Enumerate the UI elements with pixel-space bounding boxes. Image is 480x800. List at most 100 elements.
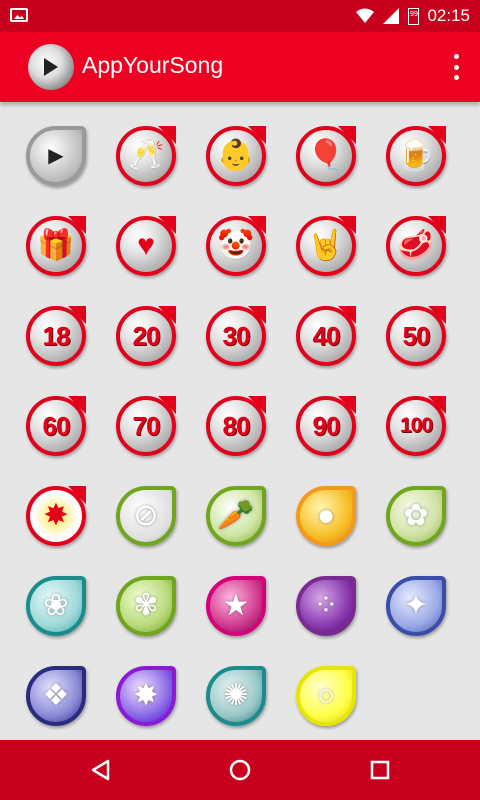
grid-item-beer-mug[interactable]: 🍺	[382, 122, 448, 188]
no-meat-icon: ⊘	[133, 499, 159, 532]
grid-item-champagne-glasses[interactable]: 🥂	[112, 122, 178, 188]
grid-item-gift[interactable]: 🎁	[22, 212, 88, 278]
grid-item-label: 50	[402, 320, 431, 351]
daisies-icon: ✾	[133, 589, 159, 622]
barbecue-badge: ●	[296, 486, 356, 546]
crystal-icon: ✦	[403, 589, 429, 622]
grid-item-age-90[interactable]: 90	[292, 392, 358, 458]
diamonds-badge: ❖	[26, 666, 86, 726]
recents-button[interactable]	[340, 740, 420, 800]
grid-item-label: 80	[222, 410, 251, 441]
pink-flower-icon: ❀	[43, 589, 69, 622]
grid-item-label: 90	[312, 410, 341, 441]
signal-icon	[383, 8, 400, 24]
grid-item-purple-splash[interactable]: ✸	[112, 662, 178, 728]
stars-badge: ★	[206, 576, 266, 636]
grid-item-ink-splash[interactable]: ✺	[202, 662, 268, 728]
grid-item-baby[interactable]: 👶	[202, 122, 268, 188]
stars-icon: ★	[222, 589, 250, 622]
home-icon	[229, 759, 251, 781]
play-disc-badge: ▶	[26, 126, 86, 186]
grid-item-rock-hand[interactable]: 🤘	[292, 212, 358, 278]
grid-item-balloons[interactable]: 🎈	[292, 122, 358, 188]
back-icon	[91, 759, 110, 781]
grid-item-dots[interactable]: ⁘	[292, 572, 358, 638]
grid-item-age-100[interactable]: 100	[382, 392, 448, 458]
barbecue-icon: ●	[316, 499, 336, 532]
status-icons: 99 02:15	[356, 0, 470, 32]
grid-item-age-60[interactable]: 60	[22, 392, 88, 458]
yellow-bubbles-icon: ○	[316, 679, 336, 712]
roses-icon: ✿	[403, 499, 429, 532]
grid-item-yellow-splash[interactable]: ✸	[22, 482, 88, 548]
no-meat-badge: ⊘	[116, 486, 176, 546]
grid-item-label: 18	[42, 320, 71, 351]
navigation-bar	[0, 740, 480, 800]
roses-badge: ✿	[386, 486, 446, 546]
status-time: 02:15	[427, 6, 470, 25]
grid-item-age-80[interactable]: 80	[202, 392, 268, 458]
battery-level: 99	[410, 10, 418, 18]
app-bar: AppYourSong	[0, 32, 480, 102]
grid-item-age-70[interactable]: 70	[112, 392, 178, 458]
grid-item-vegetables[interactable]: 🥕	[202, 482, 268, 548]
gift-icon: 🎁	[37, 229, 75, 262]
pink-flower-badge: ❀	[26, 576, 86, 636]
grid-item-age-40[interactable]: 40	[292, 302, 358, 368]
image-notification-icon	[10, 8, 28, 22]
crystal-badge: ✦	[386, 576, 446, 636]
status-bar: 99 02:15	[0, 0, 480, 32]
play-disc-icon: ▶	[48, 145, 64, 167]
overflow-menu-icon[interactable]	[452, 54, 460, 80]
back-button[interactable]	[60, 740, 140, 800]
grid-item-heart[interactable]: ♥	[112, 212, 178, 278]
diamonds-icon: ❖	[42, 679, 70, 712]
champagne-glasses-icon: 🥂	[127, 139, 165, 172]
grid-item-age-20[interactable]: 20	[112, 302, 178, 368]
grid-item-label: 30	[222, 320, 251, 351]
rock-hand-icon: 🤘	[307, 229, 345, 262]
grid-item-daisies[interactable]: ✾	[112, 572, 178, 638]
beer-mug-icon: 🍺	[397, 139, 435, 172]
app-logo-icon	[28, 44, 74, 90]
grid-item-age-50[interactable]: 50	[382, 302, 448, 368]
balloons-icon: 🎈	[307, 139, 345, 172]
daisies-badge: ✾	[116, 576, 176, 636]
purple-splash-badge: ✸	[116, 666, 176, 726]
battery-icon: 99	[408, 7, 420, 25]
grid-item-play-disc[interactable]: ▶	[22, 122, 88, 188]
baby-icon: 👶	[217, 139, 255, 172]
grid-item-crystal[interactable]: ✦	[382, 572, 448, 638]
app-title: AppYourSong	[82, 52, 224, 78]
steak-icon: 🥩	[397, 229, 435, 262]
recents-icon	[370, 760, 390, 780]
grid-item-age-30[interactable]: 30	[202, 302, 268, 368]
dots-badge: ⁘	[296, 576, 356, 636]
vegetables-badge: 🥕	[206, 486, 266, 546]
wifi-icon	[356, 8, 375, 23]
grid-item-barbecue[interactable]: ●	[292, 482, 358, 548]
grid-item-clown[interactable]: 🤡	[202, 212, 268, 278]
grid-item-yellow-bubbles[interactable]: ○	[292, 662, 358, 728]
home-button[interactable]	[200, 740, 280, 800]
grid-item-no-meat[interactable]: ⊘	[112, 482, 178, 548]
grid-item-diamonds[interactable]: ❖	[22, 662, 88, 728]
heart-icon: ♥	[137, 229, 155, 262]
ink-splash-icon: ✺	[223, 679, 249, 712]
grid-item-label: 40	[312, 320, 341, 351]
yellow-bubbles-badge: ○	[296, 666, 356, 726]
grid-item-label: 20	[132, 320, 161, 351]
grid-item-label: 100	[399, 414, 433, 437]
grid-item-stars[interactable]: ★	[202, 572, 268, 638]
vegetables-icon: 🥕	[217, 499, 255, 532]
grid-item-label: 70	[132, 410, 161, 441]
yellow-splash-icon: ✸	[43, 499, 69, 532]
ink-splash-badge: ✺	[206, 666, 266, 726]
purple-splash-icon: ✸	[133, 679, 159, 712]
grid-item-age-18[interactable]: 18	[22, 302, 88, 368]
grid-item-label: 60	[42, 410, 71, 441]
clown-icon: 🤡	[217, 229, 255, 262]
grid-item-steak[interactable]: 🥩	[382, 212, 448, 278]
grid-item-pink-flower[interactable]: ❀	[22, 572, 88, 638]
grid-item-roses[interactable]: ✿	[382, 482, 448, 548]
